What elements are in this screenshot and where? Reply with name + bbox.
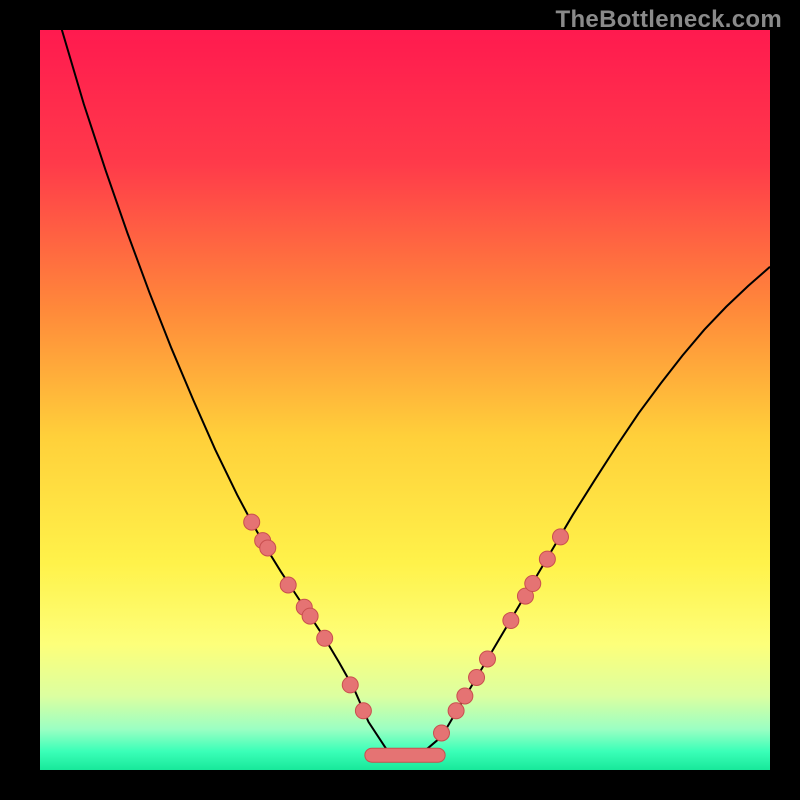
data-dot (479, 651, 495, 667)
data-dot (552, 529, 568, 545)
data-dot (525, 576, 541, 592)
bottom-band (365, 748, 445, 762)
data-dot (342, 677, 358, 693)
chart-stage: TheBottleneck.com (0, 0, 800, 800)
data-dot (244, 514, 260, 530)
data-dot (317, 630, 333, 646)
data-dot (260, 540, 276, 556)
data-dot (469, 670, 485, 686)
data-dot (434, 725, 450, 741)
data-dot (457, 688, 473, 704)
chart-svg (40, 30, 770, 770)
gradient-background (40, 30, 770, 770)
data-dot (503, 613, 519, 629)
data-dot (302, 608, 318, 624)
data-dot (448, 703, 464, 719)
data-dot (355, 703, 371, 719)
data-dot (539, 551, 555, 567)
plot-area (40, 30, 770, 770)
data-dot (280, 577, 296, 593)
